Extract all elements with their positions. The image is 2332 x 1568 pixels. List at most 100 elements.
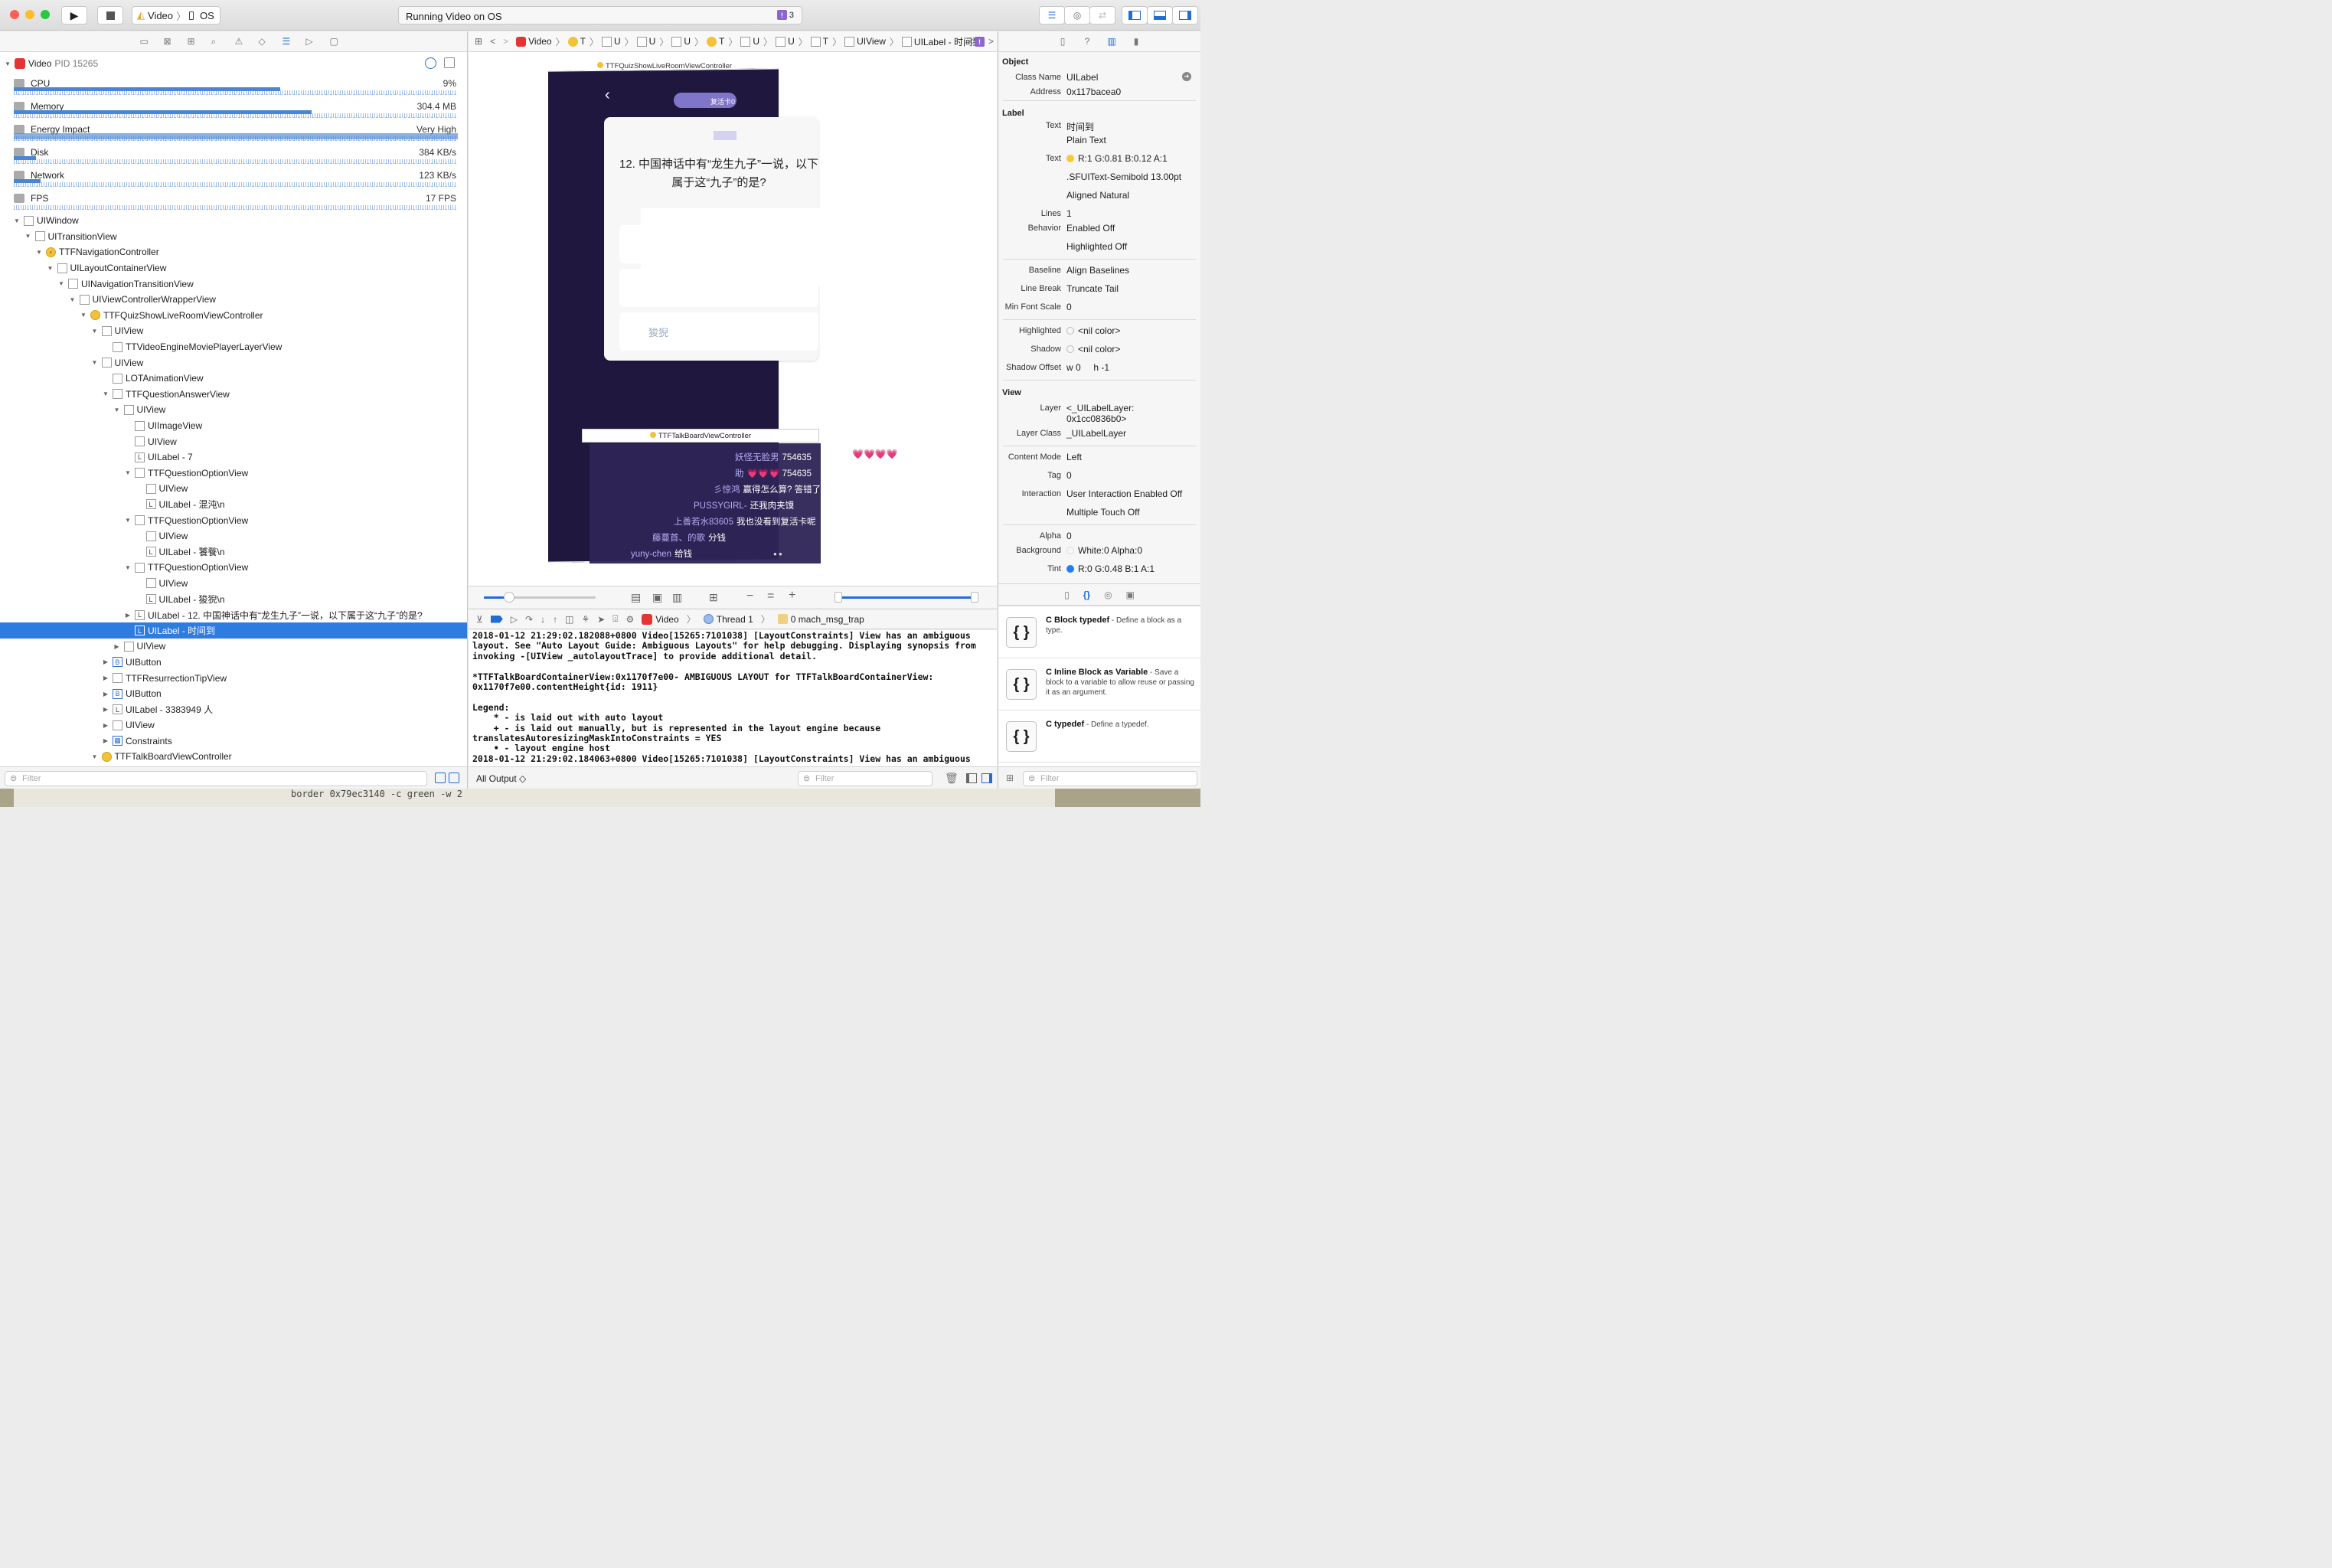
disclosure-triangle[interactable]: ▼ [34, 249, 44, 256]
tree-row[interactable]: ▼ TTFQuizShowLiveRoomViewController [0, 308, 467, 324]
tree-row[interactable]: ▼ TTFQuestionOptionView [0, 466, 467, 482]
tree-row[interactable]: L UILabel - 狻猊\n [0, 591, 467, 607]
tree-row[interactable]: ▼ UIView [0, 323, 467, 339]
snippet-item[interactable]: { } C typedef - Define a typedef. [998, 710, 1200, 762]
tree-row[interactable]: ▶ L UILabel - 3383949 人 [0, 701, 467, 717]
gauge-energy-impact[interactable]: Energy Impact Very High [0, 121, 467, 144]
breakpoint-icon[interactable]: ▷ [306, 36, 319, 47]
jump-bar-item[interactable]: UIView 〉 [844, 35, 899, 48]
trash-icon[interactable]: 🗑 [945, 772, 959, 785]
zoom-out-icon[interactable]: − [746, 590, 753, 603]
jump-bar-item[interactable]: U 〉 [671, 35, 704, 48]
jump-bar-item[interactable]: U 〉 [776, 35, 808, 48]
object-library-icon[interactable]: ◎ [1104, 590, 1112, 600]
back-arrow-icon[interactable]: ‹ [605, 87, 610, 104]
jump-warning-icon[interactable]: ! [975, 37, 985, 47]
navigator-filter-input[interactable]: Filter [5, 771, 427, 786]
help-inspector-icon[interactable]: ? [1081, 36, 1093, 47]
tree-row[interactable]: UIView [0, 481, 467, 497]
gauge-fps[interactable]: FPS 17 FPS [0, 190, 467, 213]
disclosure-triangle[interactable]: ▼ [90, 753, 100, 760]
tree-row[interactable]: ▼ UINavigationTransitionView [0, 276, 467, 292]
tree-row[interactable]: ▼ UIView [0, 402, 467, 418]
tree-row[interactable]: UIView [0, 576, 467, 592]
view-hierarchy-icon[interactable] [444, 57, 455, 68]
disclosure-triangle[interactable]: ▶ [101, 722, 110, 729]
jump-bar-item[interactable]: U 〉 [740, 35, 772, 48]
tree-row[interactable]: ▼ TTFQuestionOptionView [0, 560, 467, 576]
gauge-memory[interactable]: Memory 304.4 MB [0, 98, 467, 121]
tree-row[interactable]: ▼ UIViewControllerWrapperView [0, 292, 467, 308]
frame-icon[interactable]: ▣ [652, 591, 662, 604]
close-window-button[interactable] [10, 10, 19, 19]
disclosure-triangle[interactable]: ▶ [101, 737, 110, 744]
step-over-icon[interactable]: ↷ [525, 614, 533, 625]
layers-icon[interactable]: ▥ [672, 591, 682, 604]
disclosure-triangle[interactable]: ▼ [101, 390, 110, 397]
standard-editor-button[interactable]: ☰ [1039, 6, 1065, 24]
version-editor-button[interactable]: ⇄ [1089, 6, 1115, 24]
disclosure-triangle[interactable]: ▼ [90, 359, 100, 366]
gauge-network[interactable]: Network 123 KB/s [0, 167, 467, 190]
breakpoints-toggle-icon[interactable] [490, 615, 503, 623]
jump-bar-item[interactable]: U 〉 [636, 35, 668, 48]
size-inspector-icon[interactable]: ▮ [1130, 36, 1142, 47]
tree-row[interactable]: ▼ TTFQuestionOptionView [0, 512, 467, 528]
test-icon[interactable]: ◇ [259, 36, 272, 47]
tree-row[interactable]: ▶ B UIButton [0, 655, 467, 671]
debug-icon[interactable]: ☰ [283, 36, 296, 47]
zoom-window-button[interactable] [41, 10, 50, 19]
symbol-icon[interactable]: ⊞ [188, 36, 201, 47]
split-right-icon[interactable] [981, 773, 992, 783]
show-constraints-icon[interactable] [449, 773, 459, 783]
hide-debug-icon[interactable]: ⊻ [476, 614, 483, 625]
step-into-icon[interactable]: ↓ [541, 614, 545, 625]
issue-icon[interactable]: ⚠ [235, 36, 248, 47]
tree-row[interactable]: L UILabel - 时间到 [0, 622, 467, 639]
folder-icon[interactable]: ▭ [140, 36, 153, 47]
back-icon[interactable]: < [490, 36, 495, 47]
process-row[interactable]: ▼ Video PID 15265 [0, 52, 467, 75]
library-filter-input[interactable]: Filter [1023, 771, 1197, 786]
orient-icon[interactable]: ⊞ [709, 591, 718, 604]
disclosure-triangle[interactable]: ▼ [123, 564, 132, 571]
tree-row[interactable]: ▼ UIWindow [0, 213, 467, 229]
warning-indicator[interactable]: ! 3 [776, 10, 794, 20]
file-inspector-icon[interactable]: ▯ [1057, 36, 1069, 47]
tree-row[interactable]: ▼ UILayoutContainerView [0, 260, 467, 276]
tree-row[interactable]: ▼ TTFQuestionAnswerView [0, 387, 467, 403]
view-debug-icon[interactable]: ◫ [565, 614, 573, 625]
disclosure-triangle[interactable]: ▼ [90, 328, 100, 335]
tree-row[interactable]: ▶ ▦ Constraints [0, 733, 467, 750]
tree-row[interactable]: ▶ UIView [0, 639, 467, 655]
disclosure-triangle[interactable]: ▶ [101, 658, 110, 665]
tree-row[interactable]: UIImageView [0, 418, 467, 434]
jump-bar-item[interactable]: T 〉 [567, 35, 599, 48]
grid-icon[interactable]: ⊞ [475, 36, 482, 47]
disclosure-triangle[interactable]: ▼ [123, 469, 132, 476]
run-button[interactable]: ▶ [61, 6, 87, 24]
disclosure-triangle[interactable]: ▶ [101, 675, 110, 681]
debug-frame[interactable]: 0 mach_msg_trap [791, 614, 864, 625]
option-box-3[interactable]: 狻猊 [619, 312, 818, 351]
tree-row[interactable]: ▼ UITransitionView [0, 229, 467, 245]
disclosure-triangle[interactable]: ▼ [24, 233, 33, 240]
forward-icon[interactable]: > [503, 36, 508, 47]
object-inspector-icon[interactable]: ▥ [1106, 36, 1118, 47]
disclosure-triangle[interactable]: ▼ [123, 517, 132, 524]
disclosure-triangle[interactable]: ▼ [57, 280, 66, 287]
assistant-editor-button[interactable]: ◎ [1064, 6, 1090, 24]
tree-row[interactable]: ▼ TTFTalkBoardViewController [0, 749, 467, 765]
tree-row[interactable]: ▶ UIView [0, 717, 467, 733]
clip-icon[interactable]: ▤ [631, 591, 641, 604]
range-slider[interactable] [834, 592, 978, 603]
console-filter-input[interactable]: Filter [798, 771, 932, 786]
debug-thread[interactable]: Thread 1 [717, 614, 753, 625]
find-icon[interactable]: ⌕ [211, 36, 224, 47]
gauge-status-icon[interactable] [425, 57, 436, 69]
tree-row[interactable]: ▶ TTFResurrectionTipView [0, 670, 467, 686]
report-icon[interactable]: ▢ [330, 36, 343, 47]
gauge-cpu[interactable]: CPU 9% [0, 75, 467, 98]
disclosure-triangle[interactable]: ▼ [12, 217, 21, 224]
tree-row[interactable]: ▼ UIView [0, 354, 467, 371]
